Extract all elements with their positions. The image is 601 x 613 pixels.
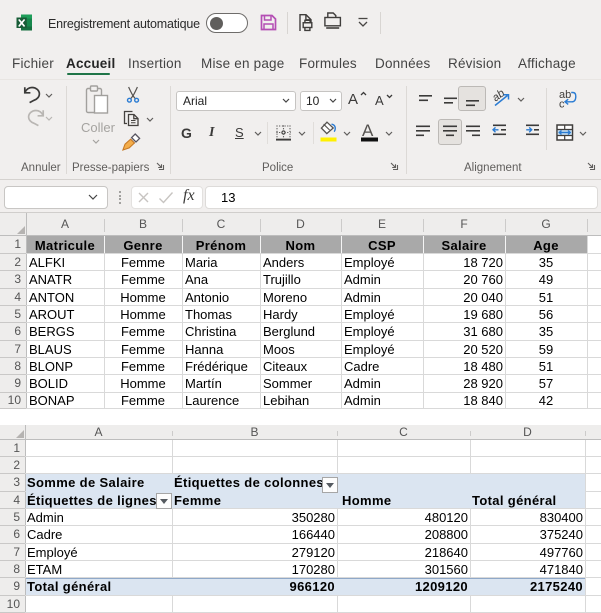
svg-text:A: A	[362, 121, 374, 140]
svg-text:A: A	[375, 93, 384, 107]
svg-text:c: c	[559, 99, 565, 110]
svg-text:A: A	[348, 91, 358, 106]
